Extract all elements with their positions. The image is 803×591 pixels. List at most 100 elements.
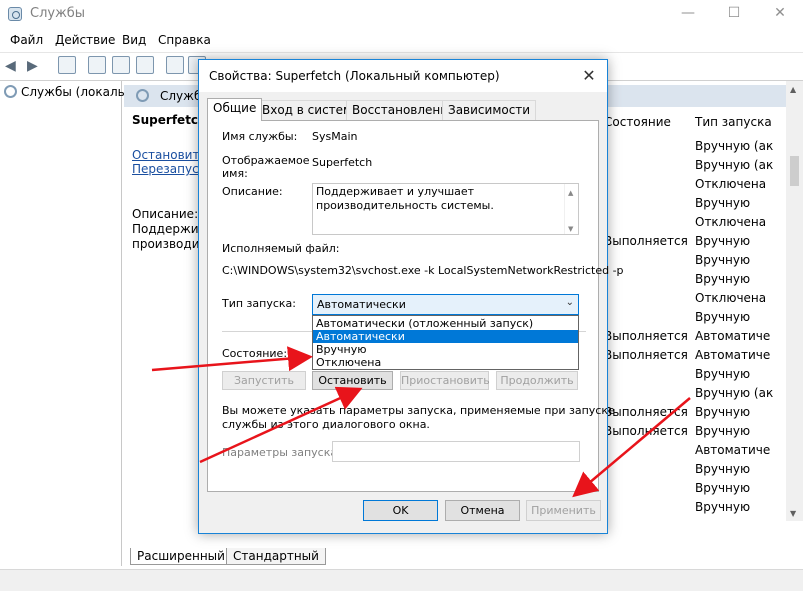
window-title: Службы	[30, 6, 86, 21]
pane-header-title: Служб	[160, 89, 202, 103]
status-bar	[0, 569, 803, 591]
row-state: Выполняется	[604, 329, 688, 343]
row-state: Выполняется	[604, 424, 688, 438]
row-startup-type: Вручную	[695, 234, 751, 248]
row-startup-type: Отключена	[695, 177, 767, 191]
console-tree: Службы (локалы	[0, 81, 127, 566]
general-tab-page: Имя службы: SysMain Отображаемое имя: Su…	[207, 120, 624, 492]
row-startup-type: Вручную	[695, 462, 751, 476]
row-state: Выполняется	[604, 348, 688, 362]
column-header-startup[interactable]: Тип запуска	[695, 115, 772, 129]
startup-type-select[interactable]: Автоматически ⌄	[312, 294, 579, 315]
scroll-up-icon[interactable]: ▲	[790, 85, 796, 94]
startup-option-automatic[interactable]: Автоматически	[313, 330, 578, 343]
tab-standard[interactable]: Стандартный	[226, 548, 326, 565]
row-startup-type: Вручную (ак	[695, 386, 774, 400]
row-startup-type: Вручную	[695, 367, 751, 381]
cancel-button[interactable]: Отмена	[445, 500, 520, 521]
gear-icon	[4, 85, 17, 98]
forward-arrow-icon[interactable]: ▶	[27, 58, 38, 74]
vertical-scrollbar[interactable]: ▲ ▼	[786, 81, 803, 521]
startup-type-selected: Автоматически	[317, 298, 406, 311]
exe-label: Исполняемый файл:	[222, 242, 340, 255]
description-text: Поддерживает и улучшает производительнос…	[316, 185, 494, 212]
menu-action[interactable]: Действие	[55, 33, 115, 47]
ok-button[interactable]: OK	[363, 500, 438, 521]
column-header-state[interactable]: Состояние	[604, 115, 671, 129]
display-name-label: Отображаемое	[222, 154, 310, 167]
apply-button[interactable]: Применить	[526, 500, 601, 521]
row-startup-type: Вручную	[695, 481, 751, 495]
startup-params-label: Параметры запуска:	[222, 446, 341, 459]
services-app-icon	[8, 7, 22, 21]
menu-help[interactable]: Справка	[158, 33, 211, 47]
row-startup-type: Автоматиче	[695, 443, 771, 457]
export-list-icon[interactable]	[136, 56, 154, 74]
service-description-label: Описание:	[132, 207, 199, 221]
minimize-button[interactable]: —	[665, 0, 711, 29]
properties-dialog: Свойства: Superfetch (Локальный компьюте…	[198, 59, 624, 534]
gear-icon	[136, 89, 149, 102]
description-textbox[interactable]: Поддерживает и улучшает производительнос…	[312, 183, 579, 235]
display-name-value: Superfetch	[312, 156, 373, 169]
restart-service-link[interactable]: Перезапуст	[132, 162, 206, 176]
description-scrollbar[interactable]: ▲ ▼	[564, 184, 578, 234]
tree-item-services[interactable]: Службы (локалы	[4, 85, 127, 99]
row-startup-type: Вручную	[695, 424, 751, 438]
dialog-titlebar: Свойства: Superfetch (Локальный компьюте…	[199, 60, 607, 92]
resume-button[interactable]: Продолжить	[496, 371, 578, 390]
pause-button[interactable]: Приостановить	[400, 371, 490, 390]
row-startup-type: Вручную	[695, 310, 751, 324]
back-arrow-icon[interactable]: ◀	[5, 58, 16, 74]
row-startup-type: Отключена	[695, 291, 767, 305]
tab-dependencies[interactable]: Зависимости	[442, 100, 537, 120]
startup-type-dropdown: Автоматически (отложенный запуск) Автома…	[312, 315, 579, 370]
startup-params-input[interactable]	[332, 441, 580, 462]
scroll-up-icon[interactable]: ▲	[568, 186, 573, 200]
dialog-title: Свойства: Superfetch (Локальный компьюте…	[209, 69, 500, 83]
service-name-value: SysMain	[312, 130, 358, 143]
startup-params-hint-2: службы из этого диалогового окна.	[222, 418, 430, 431]
view-tabs: Расширенный Стандартный	[124, 546, 803, 566]
selected-service-name: Superfetch	[132, 113, 207, 127]
startup-option-delayed[interactable]: Автоматически (отложенный запуск)	[313, 317, 578, 330]
menu-bar: Файл Действие Вид Справка	[0, 29, 803, 51]
tab-extended[interactable]: Расширенный	[130, 548, 232, 565]
row-state: Выполняется	[604, 234, 688, 248]
row-startup-type: Автоматиче	[695, 348, 771, 362]
row-startup-type: Вручную (ак	[695, 158, 774, 172]
scroll-thumb[interactable]	[790, 156, 799, 186]
window-titlebar: Службы — ☐ ✕	[0, 0, 803, 29]
startup-option-manual[interactable]: Вручную	[313, 343, 578, 356]
row-startup-type: Отключена	[695, 215, 767, 229]
console-tree-icon[interactable]	[58, 56, 76, 74]
help-icon[interactable]	[166, 56, 184, 74]
startup-type-label: Тип запуска:	[222, 297, 296, 310]
row-startup-type: Вручную	[695, 196, 751, 210]
close-button[interactable]: ✕	[757, 0, 803, 29]
startup-params-hint-1: Вы можете указать параметры запуска, при…	[222, 404, 615, 417]
menu-view[interactable]: Вид	[122, 33, 146, 47]
row-startup-type: Вручную	[695, 272, 751, 286]
dialog-close-button[interactable]: ✕	[579, 66, 599, 85]
menu-file[interactable]: Файл	[10, 33, 43, 47]
row-startup-type: Автоматиче	[695, 329, 771, 343]
state-label: Состояние:	[222, 347, 288, 360]
maximize-button[interactable]: ☐	[711, 0, 757, 29]
tab-general[interactable]: Общие	[207, 98, 263, 121]
properties-icon[interactable]	[88, 56, 106, 74]
stop-button[interactable]: Остановить	[312, 371, 393, 390]
stop-service-link[interactable]: Остановить	[132, 148, 207, 162]
start-button[interactable]: Запустить	[222, 371, 306, 390]
row-startup-type: Вручную	[695, 500, 751, 514]
refresh-icon[interactable]	[112, 56, 130, 74]
scroll-down-icon[interactable]: ▼	[568, 222, 573, 236]
scroll-down-icon[interactable]: ▼	[790, 509, 796, 518]
tree-item-label: Службы (локалы	[21, 85, 128, 99]
row-startup-type: Вручную (ак	[695, 139, 774, 153]
chevron-down-icon[interactable]: ⌄	[566, 297, 574, 308]
row-startup-type: Вручную	[695, 253, 751, 267]
row-startup-type: Вручную	[695, 405, 751, 419]
row-state: Выполняется	[604, 405, 688, 419]
startup-option-disabled[interactable]: Отключена	[313, 356, 578, 369]
